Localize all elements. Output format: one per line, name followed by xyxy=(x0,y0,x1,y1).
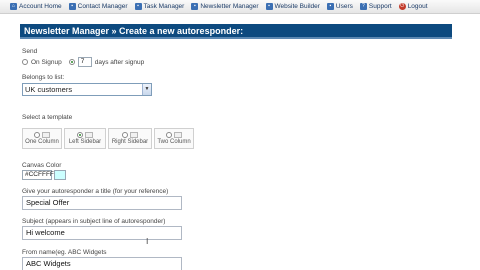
template-left-sidebar-label: Left Sidebar xyxy=(68,139,102,145)
support-icon: ? xyxy=(359,3,367,10)
template-two-column-radio[interactable] xyxy=(166,132,172,138)
from-field-label: From name(eg. ABC Widgets xyxy=(22,249,107,256)
nav-logout[interactable]: ⏻ Logout xyxy=(398,3,428,10)
days-input[interactable]: 7 xyxy=(77,57,92,67)
page-title: Newsletter Manager » Create a new autore… xyxy=(20,24,452,39)
users-icon: ▪ xyxy=(326,3,334,10)
send-label: Send xyxy=(22,48,38,55)
nav-users-label: Users xyxy=(335,3,353,10)
list-select-value: UK customers xyxy=(25,85,73,94)
chevron-down-icon[interactable]: ▼ xyxy=(142,84,151,95)
template-one-column-radio[interactable] xyxy=(34,132,40,138)
days-after-label: days after signup xyxy=(94,58,145,66)
list-label: Belongs to list: xyxy=(22,74,65,81)
canvas-color-swatch[interactable] xyxy=(54,170,66,180)
contacts-icon: ▪ xyxy=(68,3,76,10)
canvas-color-label: Canvas Color xyxy=(22,162,62,169)
newsletter-icon: ▪ xyxy=(191,3,199,10)
template-left-sidebar-radio[interactable] xyxy=(77,132,83,138)
list-select[interactable]: UK customers ▼ xyxy=(22,83,152,96)
nav-newsletter-manager-label: Newsletter Manager xyxy=(200,3,259,10)
nav-task-manager-label: Task Manager xyxy=(143,3,185,10)
tasks-icon: ▪ xyxy=(134,3,142,10)
home-icon: ⌂ xyxy=(10,3,17,10)
two-column-thumbnail-icon xyxy=(174,132,182,138)
title-input[interactable]: Special Offer xyxy=(22,196,182,210)
template-two-column[interactable]: Two Column xyxy=(154,128,194,149)
template-right-sidebar-radio[interactable] xyxy=(122,132,128,138)
template-right-sidebar[interactable]: Right Sidebar xyxy=(108,128,152,149)
nav-contact-manager[interactable]: ▪ Contact Manager xyxy=(68,3,128,10)
template-label: Select a template xyxy=(22,114,73,121)
template-one-column[interactable]: One Column xyxy=(22,128,62,149)
nav-logout-label: Logout xyxy=(407,3,428,10)
logout-icon: ⏻ xyxy=(398,3,406,10)
send-options: On Signup 7 days after signup xyxy=(22,57,144,67)
website-icon: ▪ xyxy=(265,3,273,10)
on-signup-radio[interactable] xyxy=(22,59,28,65)
subject-field-label: Subject (appears in subject line of auto… xyxy=(22,218,166,225)
template-options: One Column Left Sidebar Right Sidebar Tw… xyxy=(22,128,202,150)
title-field-label: Give your autoresponder a title (for you… xyxy=(22,188,169,195)
nav-account-home[interactable]: ⌂ Account Home xyxy=(10,3,62,10)
nav-account-home-label: Account Home xyxy=(19,3,62,10)
subject-input[interactable]: Hi welcome xyxy=(22,226,182,240)
nav-task-manager[interactable]: ▪ Task Manager xyxy=(134,3,185,10)
canvas-color-row: #CCFFFF xyxy=(22,170,66,180)
one-column-thumbnail-icon xyxy=(42,132,50,138)
nav-users[interactable]: ▪ Users xyxy=(326,3,353,10)
on-signup-label: On Signup xyxy=(31,58,62,66)
days-after-radio[interactable] xyxy=(68,59,75,65)
left-sidebar-thumbnail-icon xyxy=(85,132,93,138)
template-one-column-label: One Column xyxy=(25,139,59,145)
template-left-sidebar[interactable]: Left Sidebar xyxy=(64,128,106,149)
nav-support[interactable]: ? Support xyxy=(359,3,392,10)
from-input[interactable]: ABC Widgets xyxy=(22,257,182,270)
text-cursor-icon: I xyxy=(146,237,149,246)
template-right-sidebar-label: Right Sidebar xyxy=(111,139,149,145)
right-sidebar-thumbnail-icon xyxy=(130,132,138,138)
top-navigation-bar: ⌂ Account Home ▪ Contact Manager ▪ Task … xyxy=(0,0,480,14)
nav-website-builder-label: Website Builder xyxy=(274,3,320,10)
template-two-column-label: Two Column xyxy=(157,139,191,145)
nav-contact-manager-label: Contact Manager xyxy=(77,3,128,10)
canvas-color-input[interactable]: #CCFFFF xyxy=(22,170,54,180)
nav-website-builder[interactable]: ▪ Website Builder xyxy=(265,3,320,10)
nav-newsletter-manager[interactable]: ▪ Newsletter Manager xyxy=(191,3,259,10)
nav-support-label: Support xyxy=(368,3,392,10)
